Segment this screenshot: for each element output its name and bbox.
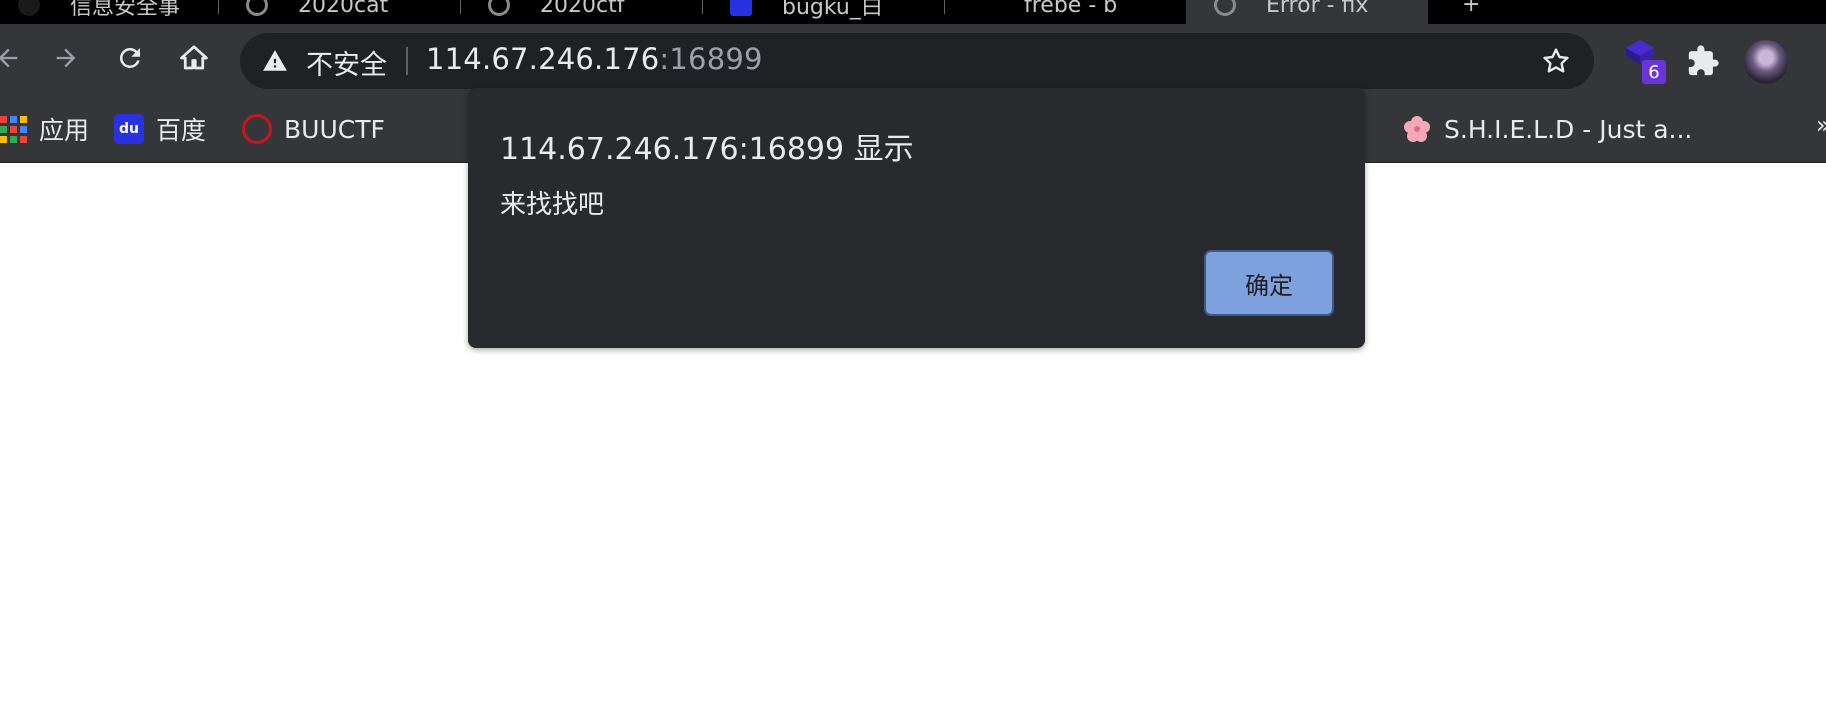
tab-label: bugku_白 xyxy=(782,0,883,20)
bookmark-apps[interactable]: 应用 xyxy=(0,111,89,147)
tab-favicon-icon xyxy=(18,0,40,16)
url-text[interactable]: 114.67.246.176:16899 xyxy=(426,42,763,76)
bookmark-label: 应用 xyxy=(39,116,90,145)
tab-label: 2020cat xyxy=(298,0,389,18)
tab-separator xyxy=(944,0,945,14)
bookmark-shield[interactable]: S.H.I.E.L.D - Just a... xyxy=(1402,111,1692,147)
bookmark-label: 百度 xyxy=(156,116,207,145)
baidu-icon: du xyxy=(114,114,144,144)
security-status-label[interactable]: 不安全 xyxy=(306,43,387,82)
tab-3[interactable]: 2020ctf xyxy=(460,0,702,24)
extension-badge: 6 xyxy=(1642,60,1666,84)
ok-button[interactable]: 确定 xyxy=(1204,250,1334,316)
tab-1[interactable]: 信息安全事 xyxy=(0,0,232,24)
bookmark-label: BUUCTF xyxy=(284,114,385,144)
tab-6-active[interactable]: Error - fix xyxy=(1186,0,1428,24)
home-icon xyxy=(180,45,208,70)
tab-label: Error - fix xyxy=(1266,0,1369,18)
new-tab-button[interactable]: + xyxy=(1462,0,1480,17)
warning-icon[interactable] xyxy=(262,48,288,74)
back-button[interactable] xyxy=(0,36,30,80)
profile-avatar[interactable] xyxy=(1744,40,1788,84)
reload-icon xyxy=(119,47,140,68)
tab-4[interactable]: bugku_白 xyxy=(702,0,944,24)
dialog-message: 来找找吧 xyxy=(500,190,605,220)
browser-toolbar: 不安全 114.67.246.176:16899 6 xyxy=(0,24,1826,97)
globe-icon xyxy=(246,0,268,16)
url-host: 114.67.246.176 xyxy=(426,42,660,76)
loading-spinner-icon xyxy=(972,0,994,16)
home-button[interactable] xyxy=(172,36,216,80)
bookmarks-overflow-button[interactable]: » xyxy=(1816,111,1826,139)
tab-separator xyxy=(460,0,461,14)
tab-separator xyxy=(218,0,219,14)
tab-label: 信息安全事 xyxy=(70,0,181,20)
baidu-favicon-icon xyxy=(730,0,752,16)
tab-5[interactable]: frebe - b xyxy=(944,0,1186,24)
sakura-icon xyxy=(1404,116,1430,142)
arrow-left-icon xyxy=(0,48,18,68)
buuctf-icon xyxy=(242,114,272,144)
globe-icon xyxy=(488,0,510,16)
tab-2[interactable]: 2020cat xyxy=(218,0,460,24)
tab-label: frebe - b xyxy=(1024,0,1118,18)
url-port: :16899 xyxy=(659,42,763,76)
extensions-puzzle-icon[interactable] xyxy=(1686,44,1720,78)
omnibox-divider xyxy=(406,47,408,75)
tab-separator xyxy=(702,0,703,14)
arrow-right-icon xyxy=(56,48,76,68)
extension-button[interactable]: 6 xyxy=(1622,38,1670,84)
address-bar[interactable]: 不安全 114.67.246.176:16899 xyxy=(240,33,1594,89)
forward-button[interactable] xyxy=(44,36,88,80)
bookmark-star-icon[interactable] xyxy=(1540,45,1572,77)
globe-icon xyxy=(1214,0,1236,16)
reload-button[interactable] xyxy=(108,36,152,80)
bookmark-label: S.H.I.E.L.D - Just a... xyxy=(1444,114,1693,144)
bookmark-baidu[interactable]: du 百度 xyxy=(114,111,206,147)
tab-label: 2020ctf xyxy=(540,0,625,18)
dialog-title: 114.67.246.176:16899 显示 xyxy=(500,132,914,167)
apps-grid-icon xyxy=(0,115,27,143)
bookmark-buuctf[interactable]: BUUCTF xyxy=(242,111,385,147)
tab-strip: 信息安全事 2020cat 2020ctf bugku_白 frebe - b … xyxy=(0,0,1826,24)
alert-dialog: 114.67.246.176:16899 显示 来找找吧 确定 xyxy=(468,88,1365,348)
